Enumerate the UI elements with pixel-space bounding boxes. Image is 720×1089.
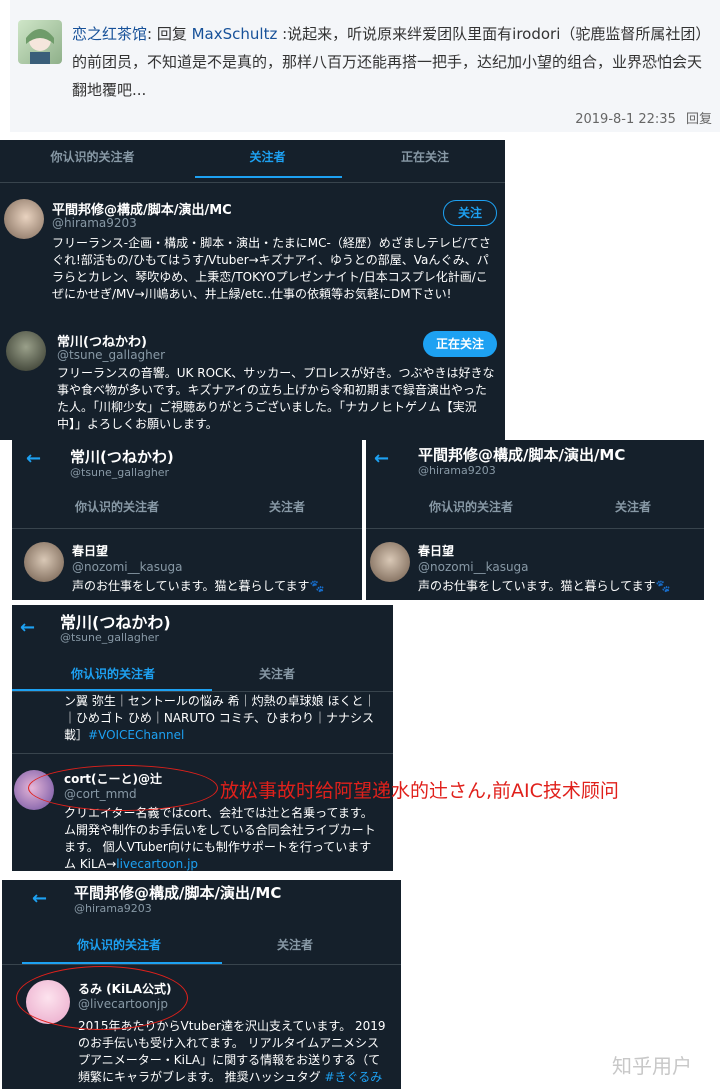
reply-button[interactable]: 回复 — [686, 112, 712, 127]
previous-user-bio-tail: ン翼 弥生｜セントールの悩み 希｜灼熱の卓球娘 ほくと｜ ｜ひめゴト ひめ｜NA… — [64, 693, 393, 744]
page-title: 平間邦修@構成/脚本/演出/MC — [418, 446, 626, 464]
avatar[interactable] — [6, 331, 46, 371]
bio-line: 頻繁にキャラがブレます。 推奨ハッシュタグ #きぐるみ — [78, 1070, 383, 1084]
back-arrow-icon[interactable]: ← — [20, 617, 35, 638]
known-followers-panel-tsune-2: ← 常川(つねかわ) @tsune_gallagher 你认识的关注者 关注者 … — [12, 605, 393, 871]
bio-line: ム KiLA→livecartoon.jp — [64, 857, 199, 871]
commenter-avatar[interactable] — [18, 20, 62, 64]
back-arrow-icon[interactable]: ← — [26, 448, 41, 469]
back-arrow-icon[interactable]: ← — [374, 448, 389, 469]
tab-known-followers[interactable]: 你认识的关注者 — [54, 936, 184, 953]
avatar-illustration-icon — [26, 29, 54, 64]
tab-divider — [12, 691, 393, 692]
user-bio: フリーランスの音響。UK ROCK、サッカー、プロレスが好き。つぶやきは好きな事… — [57, 366, 495, 431]
bio-line: ム開発や制作のお手伝いをしている合同会社ライブカート — [64, 823, 376, 837]
avatar[interactable] — [370, 542, 410, 582]
hashtag-link[interactable]: #VOICEChannel — [88, 728, 184, 742]
annotation-text: 放松事故时给阿望递水的辻さん,前AIC技术顾问 — [220, 780, 619, 802]
bio-line: ます。 個人VTuber向けにも制作サポートを行っています — [64, 840, 372, 854]
comment-timestamp: 2019-8-1 22:35 — [575, 112, 676, 127]
page-subtitle: @tsune_gallagher — [70, 466, 170, 479]
user-name[interactable]: 春日望 — [72, 542, 108, 559]
highlight-ellipse — [28, 765, 218, 811]
user-handle: @tsune_gallagher — [57, 348, 166, 362]
page-title: 平間邦修@構成/脚本/演出/MC — [74, 884, 282, 902]
user-handle: @nozomi__kasuga — [72, 560, 183, 574]
user-bio: 声のお仕事をしています。猫と暮らしてます🐾 — [72, 579, 325, 593]
known-followers-panel-hirama: ← 平間邦修@構成/脚本/演出/MC @hirama9203 你认识的关注者 关… — [366, 440, 704, 600]
page-title: 常川(つねかわ) — [70, 448, 174, 466]
user-bio: 声のお仕事をしています。猫と暮らしてます🐾 — [418, 579, 671, 593]
tab-divider — [12, 528, 362, 529]
page-subtitle: @tsune_gallagher — [60, 631, 160, 644]
user-card-hirama[interactable]: 平間邦修@構成/脚本/演出/MC @hirama9203 关注 フリーランス-企… — [0, 183, 505, 325]
tab-known-followers[interactable]: 你认识的关注者 — [10, 148, 175, 165]
active-tab-indicator — [195, 176, 342, 178]
user-handle: @hirama9203 — [52, 216, 137, 230]
tab-known-followers[interactable]: 你认识的关注者 — [48, 665, 178, 682]
bio-line: 載］#VOICEChannel — [64, 728, 185, 742]
highlight-ellipse — [16, 966, 188, 1030]
comment-block: 恋之红茶馆: 回复 MaxSchultz :说起来，听说原来绊爱团队里面有iro… — [10, 0, 720, 132]
website-link[interactable]: livecartoon.jp — [116, 857, 198, 871]
page-subtitle: @hirama9203 — [418, 464, 496, 477]
tab-followers[interactable]: 关注者 — [232, 498, 342, 515]
comment-meta: 2019-8-1 22:35 回复 — [575, 108, 712, 127]
avatar[interactable] — [24, 542, 64, 582]
page-title: 常川(つねかわ) — [60, 613, 171, 632]
reply-to-user[interactable]: MaxSchultz — [192, 25, 278, 43]
comment-author[interactable]: 恋之红茶馆 — [72, 25, 147, 43]
user-handle: @nozomi__kasuga — [418, 560, 529, 574]
user-bio: フリーランス-企画・構成・脚本・演出・たまにMC-（経歴）めざましテレビ/てさぐ… — [52, 236, 491, 301]
tab-following[interactable]: 正在关注 — [345, 148, 505, 165]
reply-prefix: : 回复 — [147, 25, 192, 43]
user-bio: クリエイター名義ではcort、会社では辻と名乗ってます。 ム開発や制作のお手伝い… — [64, 805, 393, 871]
known-followers-panel-tsune: ← 常川(つねかわ) @tsune_gallagher 你认识的关注者 关注者 … — [12, 440, 362, 600]
tab-divider — [366, 528, 704, 529]
tab-known-followers[interactable]: 你认识的关注者 — [406, 498, 536, 515]
comment-text: 恋之红茶馆: 回复 MaxSchultz :说起来，听说原来绊爱团队里面有iro… — [72, 20, 712, 104]
tab-followers[interactable]: 关注者 — [588, 498, 678, 515]
avatar[interactable] — [4, 199, 44, 239]
row-divider — [12, 753, 393, 754]
tab-known-followers[interactable]: 你认识的关注者 — [52, 498, 182, 515]
bio-line: ｜ひめゴト ひめ｜NARUTO コミチ、ひまわり｜ナナシス — [64, 711, 374, 725]
bio-line: プアニメーター・KiLA」に関する情報をお送りする（て — [78, 1053, 381, 1067]
tab-followers[interactable]: 关注者 — [185, 148, 350, 165]
following-button[interactable]: 正在关注 — [423, 331, 497, 357]
user-card-tsune[interactable]: 常川(つねかわ) @tsune_gallagher 正在关注 フリーランスの音響… — [0, 325, 505, 440]
bio-line: のお手伝いも受け入れてます。 リアルタイムアニメシス — [78, 1036, 380, 1050]
tab-followers[interactable]: 关注者 — [250, 936, 340, 953]
bio-line: ン翼 弥生｜セントールの悩み 希｜灼熱の卓球娘 ほくと｜ — [64, 694, 376, 708]
user-name[interactable]: 春日望 — [418, 542, 454, 559]
tab-followers[interactable]: 关注者 — [232, 665, 322, 682]
tab-divider — [2, 964, 401, 965]
page-subtitle: @hirama9203 — [74, 902, 152, 915]
watermark: 知乎用户 — [612, 1054, 692, 1078]
hashtag-link[interactable]: #きぐるみ — [324, 1070, 382, 1084]
back-arrow-icon[interactable]: ← — [32, 888, 47, 909]
follow-button[interactable]: 关注 — [443, 200, 497, 226]
